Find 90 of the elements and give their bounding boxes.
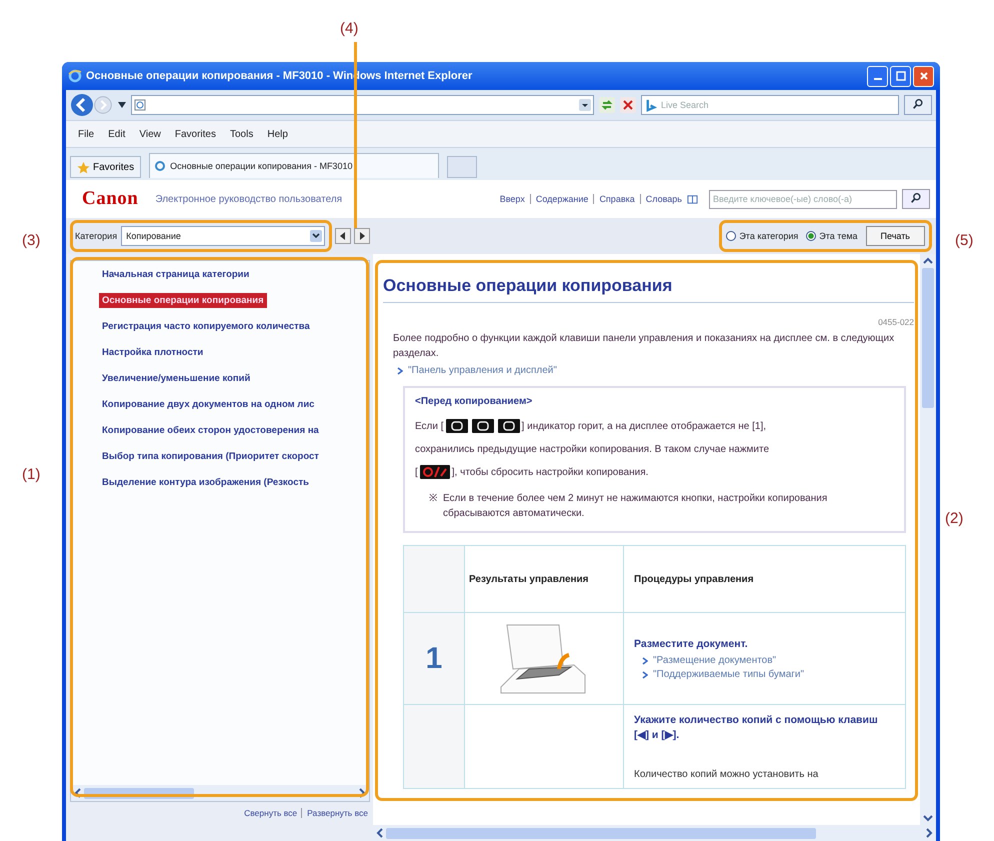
maximize-button[interactable]: [890, 66, 911, 86]
menu-item[interactable]: File: [78, 128, 94, 140]
menu-item[interactable]: Favorites: [174, 128, 216, 140]
topic-link[interactable]: Копирование двух документов на одном лис: [99, 397, 318, 412]
column-header: Результаты управления: [464, 546, 624, 612]
topic-link[interactable]: "Панель управления и дисплей": [408, 365, 557, 376]
key-icon: [446, 419, 468, 434]
instruction-text: ], чтобы сбросить настройки копирования.: [452, 467, 648, 478]
browser-tab[interactable]: Основные операции копирования - MF3010: [149, 153, 440, 178]
favorites-button[interactable]: Favorites: [70, 156, 142, 178]
column-header: Процедуры управления: [624, 546, 906, 612]
callout-number: (5): [955, 232, 974, 249]
callout-number: (4): [340, 20, 358, 37]
table-cell: [404, 546, 464, 612]
manual-subtitle: Электронное руководство пользователя: [155, 194, 342, 204]
close-button[interactable]: [913, 66, 934, 86]
instruction-text: Если [: [415, 421, 444, 432]
step-text: Количество копий можно установить на: [634, 769, 820, 780]
book-icon[interactable]: [687, 194, 698, 204]
tree-link[interactable]: Свернуть все: [244, 808, 298, 818]
stop-icon[interactable]: [620, 97, 636, 113]
step-number: 1: [404, 612, 464, 704]
document-id: 0455-022: [877, 317, 914, 327]
page-icon: [134, 99, 146, 111]
search-provider-icon: [645, 98, 658, 112]
step-title: Укажите количество копий с помощью клавиш [◀] и [▶].: [634, 713, 879, 744]
scroll-thumb[interactable]: [922, 268, 934, 408]
scope-radio[interactable]: Эта категория: [726, 231, 798, 241]
callout-number: (1): [22, 466, 40, 483]
header-link[interactable]: Содержание: [530, 194, 588, 204]
note-heading: <Перед копированием>: [415, 396, 534, 407]
reset-key-icon: [420, 465, 450, 480]
menu-item[interactable]: Edit: [108, 128, 126, 140]
right-arrow-icon: [358, 232, 366, 240]
search-button[interactable]: [904, 95, 932, 115]
minimize-button[interactable]: [867, 66, 888, 86]
previous-button[interactable]: [335, 228, 352, 244]
left-arrow-icon: [339, 232, 348, 240]
topic-link[interactable]: Регистрация часто копируемого количества: [99, 319, 313, 334]
dropdown-icon[interactable]: [579, 99, 591, 111]
browser-logo-icon: [154, 160, 166, 172]
search-icon: [910, 192, 922, 204]
category-label: Категория: [75, 231, 118, 241]
search-button[interactable]: [902, 189, 930, 209]
category-select[interactable]: Копирование: [121, 226, 326, 246]
topic-link[interactable]: "Поддерживаемые типы бумаги": [653, 669, 804, 680]
instruction-text: сохранились предыдущие настройки копирования. В таком случае нажмите: [415, 444, 770, 455]
header-link[interactable]: Справка: [593, 194, 635, 204]
refresh-icon[interactable]: [599, 97, 615, 113]
instruction-text: ] индикатор горит, а на дисплее отображается не [1],: [522, 421, 766, 432]
topic-link[interactable]: Увеличение/уменьшение копий: [99, 371, 254, 386]
note-mark: ※: [429, 492, 437, 506]
instruction-text: [: [415, 467, 418, 478]
star-icon: [77, 160, 90, 174]
menu-item[interactable]: Help: [267, 128, 288, 140]
topic-link[interactable]: "Размещение документов": [653, 655, 776, 666]
header-link[interactable]: Словарь: [640, 194, 682, 204]
page-title: Основные операции копирования: [383, 276, 914, 303]
scroll-thumb[interactable]: [386, 828, 816, 838]
header-link[interactable]: Вверх: [500, 194, 525, 204]
callout-number: (3): [22, 232, 40, 249]
tree-link[interactable]: Развернуть все: [301, 808, 368, 818]
topic-link[interactable]: Выделение контура изображения (Резкость: [99, 475, 312, 490]
topic-link[interactable]: Настройка плотности: [99, 345, 206, 360]
topic-link[interactable]: Основные операции копирования: [99, 293, 267, 308]
next-button[interactable]: [354, 228, 370, 244]
note-text: Если в течение более чем 2 минут не нажимаются кнопки, настройки копирования сбрасываются автоматически.: [443, 492, 828, 520]
dropdown-icon: [310, 230, 322, 242]
step-title: Разместите документ.: [634, 636, 749, 652]
menu-item[interactable]: View: [139, 128, 161, 140]
topic-link[interactable]: Копирование обеих сторон удостоверения на: [99, 423, 322, 438]
logo: Canon: [82, 188, 138, 210]
key-icon: [498, 419, 520, 434]
scope-radio[interactable]: Эта тема: [806, 231, 858, 241]
intro-text: Более подробно о функции каждой клавиши панели управления и показаниях на дисплее см. в следующих разделах.: [393, 332, 896, 361]
menu-item[interactable]: Tools: [230, 128, 254, 140]
browser-logo-icon: [68, 69, 82, 83]
back-icon[interactable]: [70, 93, 94, 117]
key-icon: [472, 419, 494, 434]
address-field[interactable]: [131, 95, 594, 115]
minimize-icon: [874, 78, 882, 80]
chevron-icon: [397, 366, 403, 374]
topic-link[interactable]: Начальная страница категории: [99, 267, 252, 282]
close-icon: [918, 71, 928, 81]
maximize-icon: [896, 71, 906, 81]
topic-link[interactable]: Выбор типа копирования (Приоритет скорост: [99, 449, 322, 464]
callout-number: (2): [945, 510, 964, 527]
dropdown-icon[interactable]: [118, 102, 126, 108]
print-button[interactable]: Печать: [866, 226, 925, 246]
search-icon: [912, 98, 924, 110]
